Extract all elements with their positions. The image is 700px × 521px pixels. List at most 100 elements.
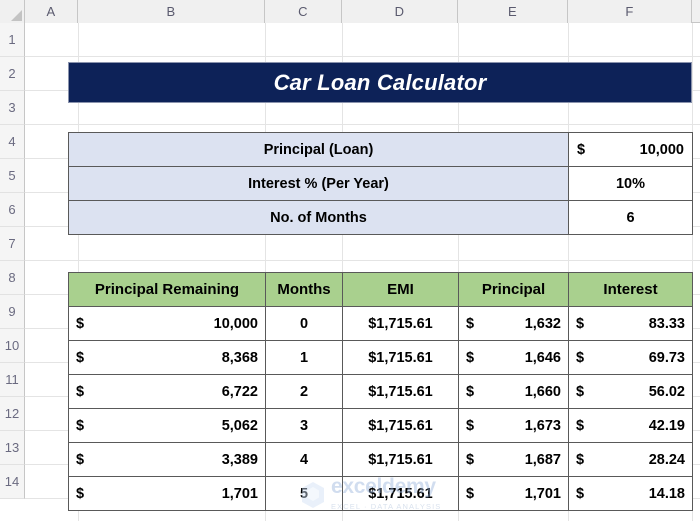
input-value-interest[interactable]: 10%	[568, 166, 693, 201]
currency-symbol: $	[466, 315, 475, 332]
cell-value: 5	[299, 485, 309, 502]
currency-symbol: $	[76, 383, 85, 400]
cell-value: $1,715.61	[368, 451, 433, 468]
cell-month[interactable]: 5	[265, 476, 343, 511]
cell-principal[interactable]: $1,687	[458, 442, 569, 477]
row-header-4[interactable]: 4	[0, 125, 25, 159]
row-header-11[interactable]: 11	[0, 363, 25, 397]
cell-value: $1,715.61	[368, 383, 433, 400]
column-header-f[interactable]: F	[568, 0, 692, 23]
cell-value: $1,715.61	[368, 417, 433, 434]
cell-emi[interactable]: $1,715.61	[342, 306, 459, 341]
cell-principal[interactable]: $1,646	[458, 340, 569, 375]
currency-symbol: $	[576, 315, 585, 332]
row-header-13[interactable]: 13	[0, 431, 25, 465]
row-header-3[interactable]: 3	[0, 91, 25, 125]
cell-principal-remaining[interactable]: $6,722	[68, 374, 266, 409]
column-header-bar: A B C D E F	[0, 0, 700, 23]
currency-symbol: $	[576, 451, 585, 468]
cell-month[interactable]: 2	[265, 374, 343, 409]
table-row: $1,701 5 $1,715.61 $1,701 $14.18	[68, 476, 693, 511]
cell-value: 8,368	[221, 349, 258, 366]
table-row: $5,062 3 $1,715.61 $1,673 $42.19	[68, 408, 693, 443]
input-amount-interest: 10%	[615, 175, 646, 192]
row-header-8[interactable]: 8	[0, 261, 25, 295]
cell-value: 1,660	[524, 383, 561, 400]
cell-month[interactable]: 3	[265, 408, 343, 443]
cell-interest[interactable]: $28.24	[568, 442, 693, 477]
cell-emi[interactable]: $1,715.61	[342, 476, 459, 511]
cell-value: 1,673	[524, 417, 561, 434]
cell-month[interactable]: 1	[265, 340, 343, 375]
column-header-principal-remaining: Principal Remaining	[68, 272, 266, 307]
cell-value: 1,701	[221, 485, 258, 502]
table-row: Principal (Loan) $ 10,000	[68, 132, 693, 167]
cell-month[interactable]: 0	[265, 306, 343, 341]
row-header-2[interactable]: 2	[0, 57, 25, 91]
select-all-triangle-icon	[11, 10, 22, 21]
cell-principal-remaining[interactable]: $5,062	[68, 408, 266, 443]
row-header-5[interactable]: 5	[0, 159, 25, 193]
cell-emi[interactable]: $1,715.61	[342, 442, 459, 477]
cell-interest[interactable]: $83.33	[568, 306, 693, 341]
cell-principal-remaining[interactable]: $3,389	[68, 442, 266, 477]
row-header-10[interactable]: 10	[0, 329, 25, 363]
cell-value: 28.24	[648, 451, 685, 468]
cell-interest[interactable]: $69.73	[568, 340, 693, 375]
row-header-1[interactable]: 1	[0, 23, 25, 57]
row-header-6[interactable]: 6	[0, 193, 25, 227]
cell-value: 1,687	[524, 451, 561, 468]
currency-symbol: $	[466, 417, 475, 434]
cell-value: 42.19	[648, 417, 685, 434]
currency-symbol: $	[76, 417, 85, 434]
cell-value: 2	[299, 383, 309, 400]
cell-value: 4	[299, 451, 309, 468]
cell-emi[interactable]: $1,715.61	[342, 408, 459, 443]
input-value-months[interactable]: 6	[568, 200, 693, 235]
currency-symbol: $	[576, 383, 585, 400]
cell-principal[interactable]: $1,673	[458, 408, 569, 443]
cell-value: 3,389	[221, 451, 258, 468]
cell-principal-remaining[interactable]: $8,368	[68, 340, 266, 375]
cell-interest[interactable]: $56.02	[568, 374, 693, 409]
column-header-b[interactable]: B	[78, 0, 265, 23]
currency-symbol: $	[76, 349, 85, 366]
table-row: $6,722 2 $1,715.61 $1,660 $56.02	[68, 374, 693, 409]
currency-symbol: $	[576, 349, 585, 366]
cell-principal[interactable]: $1,660	[458, 374, 569, 409]
column-header-months: Months	[265, 272, 343, 307]
input-value-principal[interactable]: $ 10,000	[568, 132, 693, 167]
input-label-months: No. of Months	[68, 200, 569, 235]
row-header-14[interactable]: 14	[0, 465, 25, 499]
cell-value: 83.33	[648, 315, 685, 332]
cell-principal-remaining[interactable]: $1,701	[68, 476, 266, 511]
cell-month[interactable]: 4	[265, 442, 343, 477]
cell-principal[interactable]: $1,701	[458, 476, 569, 511]
currency-symbol: $	[76, 451, 85, 468]
table-header-row: Principal Remaining Months EMI Principal…	[68, 272, 693, 307]
column-header-e[interactable]: E	[458, 0, 568, 23]
cell-value: $1,715.61	[368, 315, 433, 332]
column-header-c[interactable]: C	[265, 0, 342, 23]
row-header-7[interactable]: 7	[0, 227, 25, 261]
amortization-table: Principal Remaining Months EMI Principal…	[68, 272, 693, 511]
column-header-d[interactable]: D	[342, 0, 458, 23]
row-header-12[interactable]: 12	[0, 397, 25, 431]
column-header-a[interactable]: A	[25, 0, 78, 23]
select-all-button[interactable]	[0, 0, 25, 23]
cell-interest[interactable]: $42.19	[568, 408, 693, 443]
cell-value: 56.02	[648, 383, 685, 400]
column-header-interest: Interest	[568, 272, 693, 307]
cell-emi[interactable]: $1,715.61	[342, 340, 459, 375]
cell-principal-remaining[interactable]: $10,000	[68, 306, 266, 341]
cell-value: 69.73	[648, 349, 685, 366]
cell-interest[interactable]: $14.18	[568, 476, 693, 511]
input-label-principal: Principal (Loan)	[68, 132, 569, 167]
row-header-9[interactable]: 9	[0, 295, 25, 329]
input-label-interest: Interest % (Per Year)	[68, 166, 569, 201]
cell-value: $1,715.61	[368, 485, 433, 502]
cell-principal[interactable]: $1,632	[458, 306, 569, 341]
cell-emi[interactable]: $1,715.61	[342, 374, 459, 409]
cell-value: $1,715.61	[368, 349, 433, 366]
spreadsheet-canvas: Car Loan Calculator Principal (Loan) $ 1…	[0, 0, 700, 521]
